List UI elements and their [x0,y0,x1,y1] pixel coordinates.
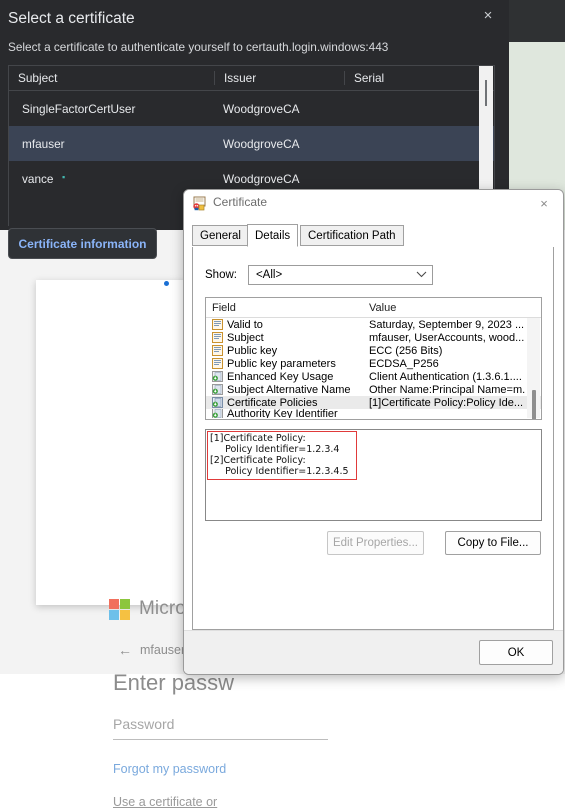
field-value: Other Name:Principal Name=m... [369,383,526,396]
dialog-body: General Details Certification Path Show:… [184,217,563,674]
browser-chrome-strip [509,0,565,42]
certificate-field-icon [212,345,223,356]
column-serial: Serial [344,71,494,85]
cell-issuer: WoodgroveCA [223,136,300,151]
field-row[interactable]: Authority Key Identifier [206,409,541,418]
tab-details[interactable]: Details [247,224,299,247]
cell-subject: SingleFactorCertUser [22,101,136,116]
field-name: Public key [227,344,278,357]
show-select[interactable]: <All> [247,265,433,285]
column-value: Value [369,301,397,314]
field-row[interactable]: Valid to Saturday, September 9, 2023 ... [206,318,541,331]
screen-root: Microsoft ← mfauser@wo Enter passw Passw… [0,0,565,809]
tab-general[interactable]: General [192,225,249,246]
field-name: Valid to [227,318,263,331]
certificate-extension-icon [212,384,223,395]
detail-line: [2]Certificate Policy: [210,455,306,466]
field-value: ECDSA_P256 [369,357,439,370]
field-row[interactable]: Public key ECC (256 Bits) [206,344,541,357]
field-row[interactable]: Enhanced Key Usage Client Authentication… [206,370,541,383]
table-scrollbar-thumb[interactable] [485,80,487,106]
cell-subject: mfauser [22,136,65,151]
password-placeholder: Password [113,716,175,732]
forgot-password-link[interactable]: Forgot my password [113,762,226,776]
field-name: Subject Alternative Name [227,383,351,396]
field-row[interactable]: Public key parameters ECDSA_P256 [206,357,541,370]
certificate-icon [192,196,207,211]
dialog-subtitle: Select a certificate to authenticate you… [8,40,389,54]
column-issuer: Issuer [214,71,344,85]
field-value: [1]Certificate Policy:Policy Ide... [369,396,524,409]
field-list-scrollbar[interactable] [527,318,540,419]
loading-dot-icon [164,281,169,286]
certificate-information-button[interactable]: Certificate information [8,228,157,259]
edit-properties-button[interactable]: Edit Properties... [327,531,424,555]
certificate-extension-icon [212,409,223,418]
chevron-down-icon [416,270,427,280]
field-list-header: Field Value [206,298,541,318]
table-row[interactable]: SingleFactorCertUser WoodgroveCA [9,91,494,126]
show-filter-row: Show: <All> [205,265,433,285]
field-name: Certificate Policies [227,396,318,409]
field-name: Public key parameters [227,357,336,370]
microsoft-logo-icon [109,598,130,620]
field-row[interactable]: Subject Alternative Name Other Name:Prin… [206,383,541,396]
password-underline [113,739,328,740]
detail-line: [1]Certificate Policy: [210,433,306,444]
password-input[interactable]: Password [113,716,328,740]
field-list[interactable]: Field Value Valid to Saturday, September… [205,297,542,420]
table-row[interactable]: mfauser WoodgroveCA [9,126,494,161]
field-row[interactable]: Subject mfauser, UserAccounts, wood... [206,331,541,344]
row-caret-icon: ▪ [62,172,66,182]
highlight-box: [1]Certificate Policy: Policy Identifier… [207,431,357,480]
use-certificate-link[interactable]: Use a certificate or [113,795,217,809]
column-subject: Subject [18,71,58,85]
certificate-details-dialog: Certificate × General Details Certificat… [183,189,564,675]
field-value: Saturday, September 9, 2023 ... [369,318,525,331]
close-icon[interactable]: × [475,3,501,27]
action-button-row: Edit Properties... Copy to File... [205,531,541,555]
certificate-extension-icon [212,397,223,408]
column-field: Field [212,301,236,314]
detail-line: Policy Identifier=1.2.3.4.5 [210,466,349,477]
table-header: Subject Issuer Serial [9,66,494,91]
field-value: Client Authentication (1.3.6.1.... [369,370,522,383]
certificate-field-icon [212,319,223,330]
field-list-scrollbar-thumb[interactable] [532,390,536,419]
dialog-footer: OK [184,630,563,674]
certificate-field-icon [212,332,223,343]
dialog-title: Certificate [213,195,268,209]
close-icon[interactable]: × [529,193,559,214]
back-arrow-icon[interactable]: ← [118,643,132,657]
details-panel: Show: <All> Field Value Valid to Saturda… [192,247,554,630]
cell-issuer: WoodgroveCA [223,171,300,186]
field-value: mfauser, UserAccounts, wood... [369,331,525,344]
cell-subject: vance [22,171,54,186]
ok-button[interactable]: OK [479,640,553,665]
field-value: ECC (256 Bits) [369,344,443,357]
show-select-value: <All> [255,269,283,281]
tab-strip: General Details Certification Path [192,224,563,247]
field-name: Subject [227,331,264,344]
dialog-titlebar: Certificate × [184,190,563,217]
field-value-panel: [1]Certificate Policy: Policy Identifier… [205,429,542,521]
cell-issuer: WoodgroveCA [223,101,300,116]
dialog-title: Select a certificate [8,10,135,27]
field-name: Authority Key Identifier [227,409,338,418]
field-name: Enhanced Key Usage [227,370,334,383]
show-label: Show: [205,269,237,281]
copy-to-file-button[interactable]: Copy to File... [445,531,541,555]
certificate-extension-icon [212,371,223,382]
certificate-field-icon [212,358,223,369]
tab-certification-path[interactable]: Certification Path [300,225,404,246]
field-row-selected[interactable]: Certificate Policies [1]Certificate Poli… [206,396,541,409]
detail-line: Policy Identifier=1.2.3.4 [210,444,340,455]
